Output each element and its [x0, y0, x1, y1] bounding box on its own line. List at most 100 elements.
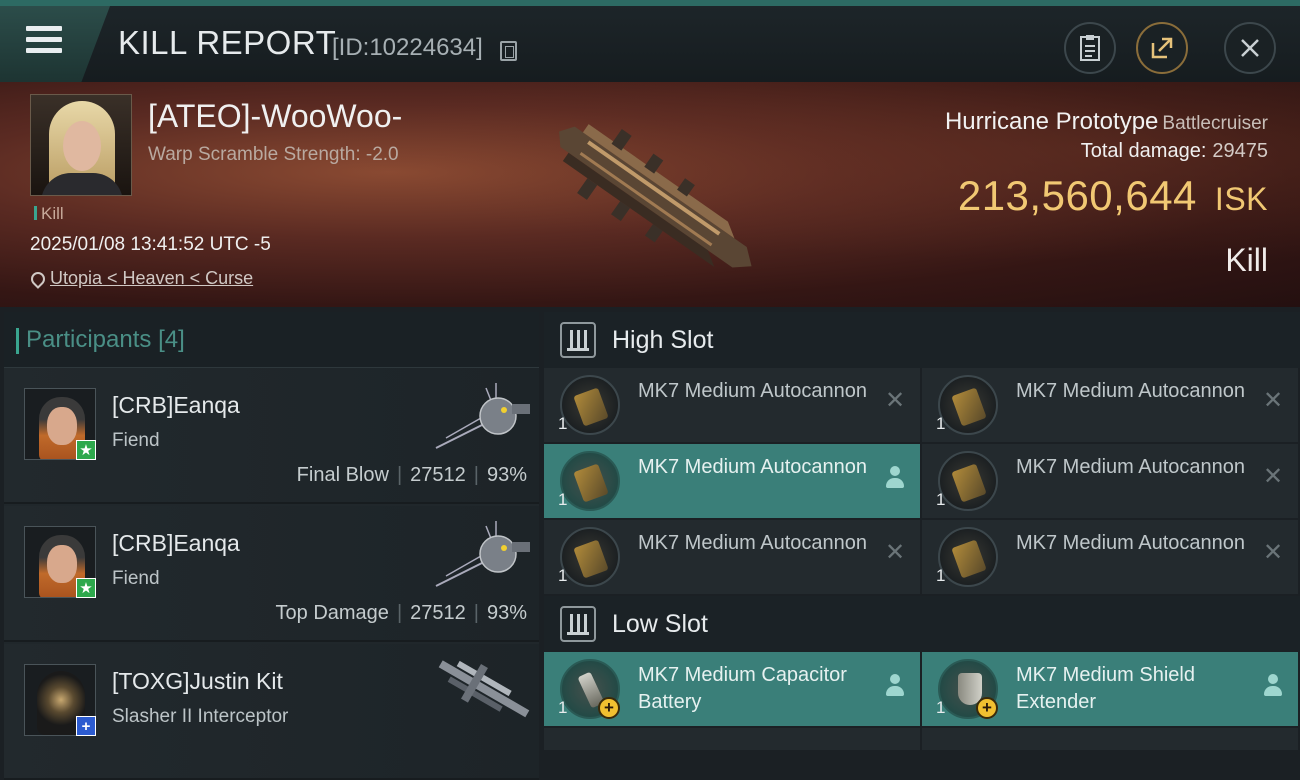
gun-shape: [573, 463, 609, 503]
participant-ship: Slasher II Interceptor: [112, 706, 289, 727]
avatar-face: [47, 545, 77, 583]
autocannon-icon: [938, 527, 998, 587]
module-name: MK7 Medium Autocannon: [638, 456, 868, 478]
high-slot-icon: [560, 322, 596, 358]
module-name: MK7 Medium Autocannon: [1016, 380, 1246, 402]
participant-ship: Fiend: [112, 568, 160, 589]
autocannon-icon: [560, 375, 620, 435]
copy-id-icon[interactable]: [500, 41, 517, 61]
participant-row[interactable]: ★ [CRB]Eanqa Fiend Top Damage | 27512 | 93%: [4, 506, 539, 642]
total-damage-label: Total damage:: [1080, 140, 1207, 162]
share-icon: [1151, 37, 1173, 59]
ship-name-text: Hurricane Prototype: [944, 108, 1159, 135]
participant-name: [CRB]Eanqa: [112, 530, 240, 556]
separator: |: [396, 602, 403, 624]
participant-name: [TOXG]Justin Kit: [112, 668, 283, 694]
participants-panel: Participants [4] ★ [CRB]Eanqa Fiend Fina…: [4, 312, 539, 780]
destroyed-x-icon: ✕: [1262, 539, 1284, 566]
separator: |: [473, 602, 479, 624]
hamburger-icon: [26, 37, 62, 42]
participant-stats: Final Blow | 27512 | 93%: [297, 464, 527, 487]
menu-button[interactable]: [0, 6, 110, 82]
module-name: MK7 Medium Autocannon: [638, 380, 868, 402]
module-item[interactable]: + 1 MK7 Medium Shield Extender: [922, 652, 1298, 726]
autocannon-icon: [938, 451, 998, 511]
clipboard-button[interactable]: [1064, 22, 1116, 74]
high-slot-title: High Slot: [612, 326, 714, 354]
star-badge-icon: ★: [76, 440, 96, 460]
gun-shape: [573, 539, 609, 579]
module-item[interactable]: 1 MK7 Medium Autocannon ✕: [922, 520, 1298, 594]
module-qty: 1: [936, 566, 946, 585]
module-item[interactable]: 1 MK7 Medium Autocannon ✕: [544, 368, 920, 442]
module-qty: 1: [558, 566, 568, 585]
participant-row[interactable]: + [TOXG]Justin Kit Slasher II Intercepto…: [4, 644, 539, 780]
avatar-face: [47, 407, 77, 445]
autocannon-icon: [560, 451, 620, 511]
destroyed-x-icon: ✕: [1262, 463, 1284, 490]
gun-shape: [951, 387, 987, 427]
victim-name[interactable]: [ATEO]-WooWoo-: [148, 98, 402, 135]
module-qty: 1: [558, 698, 568, 717]
participant-percent: 93%: [486, 464, 527, 486]
location-link[interactable]: Utopia < Heaven < Curse: [30, 268, 253, 289]
module-name: MK7 Medium Capacitor Battery: [638, 664, 847, 713]
kill-time: 2025/01/08 13:41:52 UTC -5: [30, 234, 271, 255]
autocannon-icon: [560, 527, 620, 587]
high-slot-header: High Slot: [544, 312, 1300, 368]
module-qty: 1: [558, 414, 568, 433]
victim-ship-image: [559, 124, 752, 268]
participant-ship-image: [435, 383, 530, 449]
separator: |: [473, 464, 479, 486]
low-slot-title: Low Slot: [612, 610, 708, 638]
star-badge-icon: ★: [76, 578, 96, 598]
destroyed-x-icon: ✕: [884, 387, 906, 414]
isk-amount: 213,560,644: [957, 172, 1197, 219]
location-text: Utopia < Heaven < Curse: [50, 268, 254, 288]
top-bar: KILL REPORT [ID:10224634]: [0, 0, 1300, 82]
module-item-partial[interactable]: [544, 728, 920, 750]
plus-icon: +: [598, 697, 620, 719]
module-name: MK7 Medium Autocannon: [1016, 532, 1246, 554]
participants-title: Participants [4]: [16, 326, 185, 354]
module-qty: 1: [936, 698, 946, 717]
dropped-person-icon: [884, 674, 906, 698]
module-item[interactable]: 1 MK7 Medium Autocannon ✕: [544, 520, 920, 594]
plus-icon: +: [976, 697, 998, 719]
report-id: [ID:10224634]: [332, 34, 483, 61]
low-slot-icon: [560, 606, 596, 642]
module-item[interactable]: + 1 MK7 Medium Capacitor Battery: [544, 652, 920, 726]
participant-role: Final Blow: [296, 464, 389, 486]
close-icon: [1241, 39, 1259, 57]
module-item-partial[interactable]: [922, 728, 1298, 750]
module-item[interactable]: 1 MK7 Medium Autocannon ✕: [922, 368, 1298, 442]
module-name: MK7 Medium Autocannon: [1016, 456, 1246, 478]
portrait-face: [63, 121, 101, 171]
gun-shape: [573, 387, 609, 427]
dropped-person-icon: [884, 466, 906, 490]
victim-ship-name[interactable]: Hurricane Prototype Battlecruiser: [945, 108, 1268, 136]
close-button[interactable]: [1224, 22, 1276, 74]
dropped-person-icon: [1262, 674, 1284, 698]
participant-percent: 93%: [486, 602, 527, 624]
fitting-panel: High Slot 1 MK7 Medium Autocannon ✕ 1 MK…: [544, 312, 1300, 750]
participants-header: Participants [4]: [4, 312, 539, 368]
total-damage: Total damage: 29475: [1081, 140, 1268, 163]
module-qty: 1: [936, 490, 946, 509]
share-button[interactable]: [1136, 22, 1188, 74]
isk-unit: ISK: [1214, 181, 1268, 217]
module-item[interactable]: 1 MK7 Medium Autocannon: [544, 444, 920, 518]
location-pin-icon: [30, 272, 42, 286]
module-name: MK7 Medium Autocannon: [638, 532, 868, 554]
kill-result: Kill: [1225, 242, 1268, 278]
victim-banner: [ATEO]-WooWoo- Warp Scramble Strength: -…: [0, 82, 1300, 307]
participants-count: [4]: [158, 326, 185, 353]
module-qty: 1: [936, 414, 946, 433]
participant-damage: 27512: [410, 602, 466, 624]
module-item[interactable]: 1 MK7 Medium Autocannon ✕: [922, 444, 1298, 518]
victim-portrait[interactable]: [30, 94, 132, 196]
participant-row[interactable]: ★ [CRB]Eanqa Fiend Final Blow | 27512 | 93%: [4, 368, 539, 504]
module-qty: 1: [558, 490, 568, 509]
participant-damage: 27512: [410, 464, 466, 486]
participant-ship: Fiend: [112, 430, 160, 451]
